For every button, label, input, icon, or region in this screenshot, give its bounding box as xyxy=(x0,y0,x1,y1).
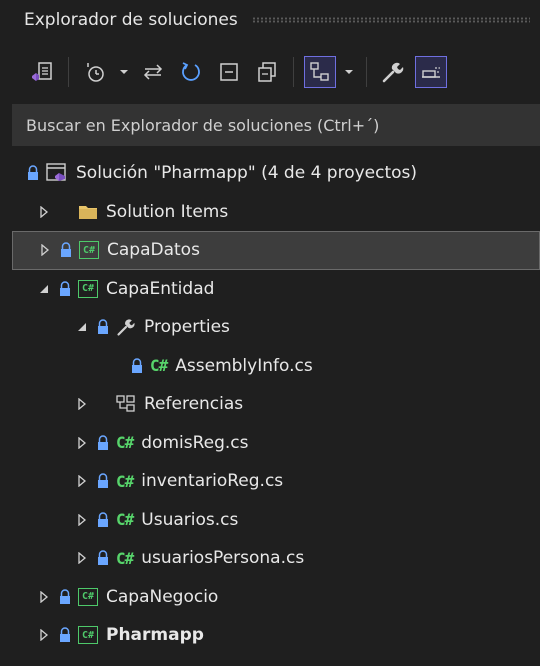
tree-row-capadatos[interactable]: C# CapaDatos xyxy=(12,231,540,270)
tree-item-label: Properties xyxy=(144,317,230,338)
title-grip[interactable] xyxy=(251,17,530,23)
lock-icon xyxy=(98,319,108,335)
collapse-icon[interactable] xyxy=(36,281,52,297)
lock-icon xyxy=(98,512,108,527)
toolbar xyxy=(0,40,540,104)
lock-icon xyxy=(60,281,70,296)
toolbar-separator xyxy=(68,57,69,87)
csharp-file-icon: C# xyxy=(116,510,134,530)
tree-row-inventarioreg[interactable]: C# inventarioReg.cs xyxy=(0,462,540,501)
refresh-button[interactable] xyxy=(175,56,207,88)
csharp-project-icon: C# xyxy=(78,626,98,645)
startup-project-label: Pharmapp xyxy=(106,625,204,646)
lock-icon xyxy=(132,358,142,373)
csharp-file-icon: C# xyxy=(116,471,134,491)
tree-item-label: CapaEntidad xyxy=(106,278,215,299)
lock-icon xyxy=(28,165,38,181)
show-all-files-icon xyxy=(258,62,276,82)
panel-title: Explorador de soluciones xyxy=(24,10,238,30)
expand-icon[interactable] xyxy=(74,435,90,451)
expand-icon[interactable] xyxy=(37,242,53,258)
tree-row-assemblyinfo[interactable]: C# AssemblyInfo.cs xyxy=(0,347,540,386)
preview-selected-items-button[interactable] xyxy=(304,56,336,88)
csharp-file-icon: C# xyxy=(116,548,134,568)
pending-changes-dropdown[interactable] xyxy=(117,56,131,88)
tree-item-label: Usuarios.cs xyxy=(141,509,239,530)
csharp-project-icon: C# xyxy=(78,279,98,298)
wrench-icon xyxy=(116,317,136,337)
csharp-file-icon: C# xyxy=(150,356,168,376)
search-input[interactable]: Buscar en Explorador de soluciones (Ctrl… xyxy=(12,104,540,146)
collapse-all-icon xyxy=(220,63,238,81)
tree-item-label: inventarioReg.cs xyxy=(141,471,284,492)
sync-with-active-document-button[interactable] xyxy=(137,56,169,88)
tree-item-label: AssemblyInfo.cs xyxy=(175,355,313,376)
csharp-project-icon: C# xyxy=(78,587,98,606)
clock-filter-icon xyxy=(87,63,104,82)
expand-icon[interactable] xyxy=(36,204,52,220)
panel-title-bar: Explorador de soluciones xyxy=(0,0,540,40)
expand-icon[interactable] xyxy=(36,627,52,643)
properties-button[interactable] xyxy=(377,56,409,88)
tree-item-label: domisReg.cs xyxy=(141,432,249,453)
tree-row-usuarios[interactable]: C# Usuarios.cs xyxy=(0,501,540,540)
tree-item-label: Solution Items xyxy=(106,201,229,222)
tree-row-solution-items[interactable]: Solution Items xyxy=(0,193,540,232)
tree-row-usuariospersona[interactable]: C# usuariosPersona.cs xyxy=(0,539,540,578)
folder-icon xyxy=(78,204,98,220)
wrench-icon xyxy=(382,62,404,83)
chevron-down-icon xyxy=(120,70,128,74)
lock-icon xyxy=(98,473,108,489)
preview-pin-icon xyxy=(422,67,440,78)
lock-icon xyxy=(60,627,70,643)
tree-item-label: Referencias xyxy=(144,394,244,415)
solution-icon xyxy=(46,163,68,183)
tree-row-referencias[interactable]: Referencias xyxy=(0,385,540,424)
tree-row-pharmapp[interactable]: C# Pharmapp xyxy=(0,616,540,655)
chevron-down-icon xyxy=(345,70,353,74)
tree-row-domisreg[interactable]: C# domisReg.cs xyxy=(0,424,540,463)
expand-icon[interactable] xyxy=(36,589,52,605)
tree-row-solution[interactable]: Solución "Pharmapp" (4 de 4 proyectos) xyxy=(0,154,540,193)
toolbar-separator xyxy=(366,57,367,87)
refresh-icon xyxy=(182,62,200,81)
search-placeholder: Buscar en Explorador de soluciones (Ctrl… xyxy=(26,115,380,135)
tree-item-label: CapaDatos xyxy=(107,240,200,261)
expand-icon[interactable] xyxy=(74,512,90,528)
lock-icon xyxy=(98,435,108,450)
view-dropdown[interactable] xyxy=(342,56,356,88)
lock-icon xyxy=(60,589,70,604)
expand-icon[interactable] xyxy=(74,550,90,566)
tree-item-label: usuariosPersona.cs xyxy=(141,548,305,569)
pending-changes-filter-button[interactable] xyxy=(79,56,111,88)
tree-row-properties[interactable]: Properties xyxy=(0,308,540,347)
tree-row-capaentidad[interactable]: C# CapaEntidad xyxy=(0,270,540,309)
solution-label: Solución "Pharmapp" (4 de 4 proyectos) xyxy=(76,163,418,184)
solution-tree: Solución "Pharmapp" (4 de 4 proyectos) S… xyxy=(0,146,540,655)
expand-icon[interactable] xyxy=(74,396,90,412)
collapse-all-button[interactable] xyxy=(213,56,245,88)
show-all-files-button[interactable] xyxy=(251,56,283,88)
lock-icon xyxy=(61,242,71,258)
class-view-icon xyxy=(310,62,329,81)
references-icon xyxy=(116,395,136,413)
pin-preview-button[interactable] xyxy=(415,56,447,88)
collapse-icon[interactable] xyxy=(74,319,90,335)
switch-views-button[interactable] xyxy=(26,56,58,88)
vs-solution-icon xyxy=(32,62,52,81)
lock-icon xyxy=(98,550,108,566)
expand-icon[interactable] xyxy=(74,473,90,489)
tree-item-label: CapaNegocio xyxy=(106,586,219,607)
sync-arrows-icon xyxy=(143,64,163,80)
csharp-file-icon: C# xyxy=(116,433,134,453)
tree-row-capanegocio[interactable]: C# CapaNegocio xyxy=(0,578,540,617)
toolbar-separator xyxy=(293,57,294,87)
csharp-project-icon: C# xyxy=(79,241,99,260)
